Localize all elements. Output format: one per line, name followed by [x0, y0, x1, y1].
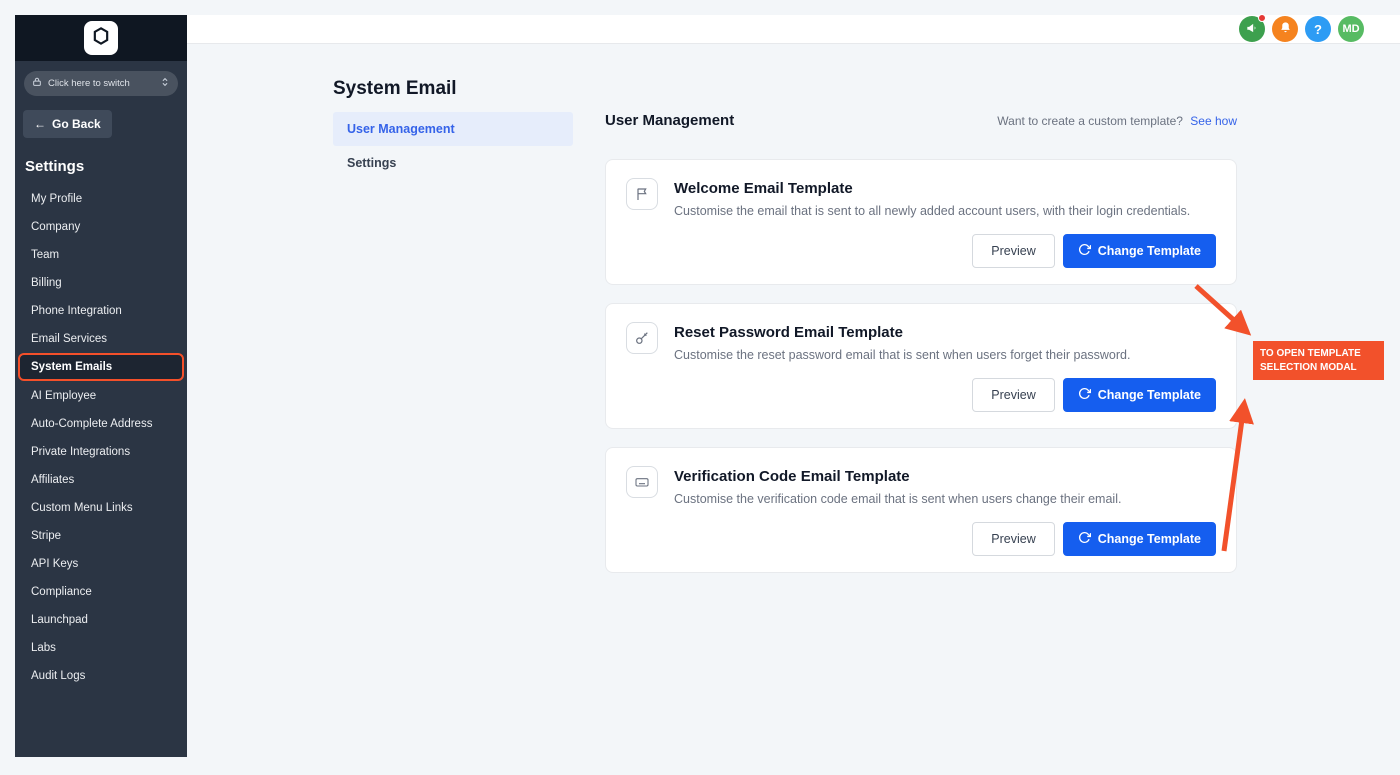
custom-template-hint: Want to create a custom template? See ho…	[997, 114, 1237, 128]
see-how-link[interactable]: See how	[1190, 114, 1237, 128]
main-area: System Email User Management Settings Us…	[187, 44, 1400, 775]
card-top: Reset Password Email Template Customise …	[626, 322, 1216, 362]
sidebar-item-audit-logs[interactable]: Audit Logs	[21, 662, 181, 689]
tab-user-management[interactable]: User Management	[333, 112, 573, 146]
change-template-label: Change Template	[1098, 388, 1201, 402]
megaphone-icon	[1245, 21, 1259, 38]
sidebar-item-private-integrations[interactable]: Private Integrations	[21, 438, 181, 465]
sidebar-item-compliance[interactable]: Compliance	[21, 578, 181, 605]
topbar: ? MD	[187, 15, 1400, 44]
preview-button[interactable]: Preview	[972, 234, 1054, 268]
card-description: Customise the verification code email th…	[674, 492, 1121, 506]
tab-settings[interactable]: Settings	[333, 146, 573, 180]
account-switcher[interactable]: Click here to switch	[24, 71, 178, 96]
sidebar-item-labs[interactable]: Labs	[21, 634, 181, 661]
card-text: Welcome Email Template Customise the ema…	[674, 178, 1190, 218]
change-template-label: Change Template	[1098, 244, 1201, 258]
sidebar-item-affiliates[interactable]: Affiliates	[21, 466, 181, 493]
welcome-email-card: Welcome Email Template Customise the ema…	[605, 159, 1237, 285]
card-actions: Preview Change Template	[626, 234, 1216, 268]
sidebar-item-my-profile[interactable]: My Profile	[21, 185, 181, 212]
annotation-callout: TO OPEN TEMPLATE SELECTION MODAL	[1253, 341, 1384, 380]
page-title: System Email	[333, 78, 457, 100]
change-template-button[interactable]: Change Template	[1063, 378, 1216, 412]
refresh-icon	[1078, 243, 1091, 259]
user-management-panel: User Management Want to create a custom …	[605, 112, 1237, 591]
preview-button[interactable]: Preview	[972, 522, 1054, 556]
system-email-tabs: User Management Settings	[333, 112, 573, 180]
template-cards: Welcome Email Template Customise the ema…	[605, 159, 1237, 573]
key-icon	[626, 322, 658, 354]
refresh-icon	[1078, 531, 1091, 547]
go-back-label: Go Back	[52, 117, 101, 131]
card-top: Welcome Email Template Customise the ema…	[626, 178, 1216, 218]
card-title: Welcome Email Template	[674, 180, 1190, 197]
back-arrow-icon: ←	[34, 117, 46, 131]
hexagon-logo-icon	[91, 26, 111, 51]
sidebar-item-stripe[interactable]: Stripe	[21, 522, 181, 549]
change-template-label: Change Template	[1098, 532, 1201, 546]
card-top: Verification Code Email Template Customi…	[626, 466, 1216, 506]
chevrons-up-down-icon	[160, 76, 170, 91]
flag-template-icon	[626, 178, 658, 210]
sidebar-item-email-services[interactable]: Email Services	[21, 325, 181, 352]
reset-password-email-card: Reset Password Email Template Customise …	[605, 303, 1237, 429]
change-template-button[interactable]: Change Template	[1063, 234, 1216, 268]
verification-code-email-card: Verification Code Email Template Customi…	[605, 447, 1237, 573]
user-avatar[interactable]: MD	[1338, 16, 1364, 42]
card-title: Reset Password Email Template	[674, 324, 1130, 341]
go-back-button[interactable]: ← Go Back	[23, 110, 112, 138]
avatar-initials: MD	[1342, 23, 1359, 35]
bell-icon	[1279, 21, 1292, 37]
brand-logo[interactable]	[84, 21, 118, 55]
card-title: Verification Code Email Template	[674, 468, 1121, 485]
logo-area	[15, 15, 187, 61]
change-template-button[interactable]: Change Template	[1063, 522, 1216, 556]
announcements-button[interactable]	[1239, 16, 1265, 42]
sidebar-item-ai-employee[interactable]: AI Employee	[21, 382, 181, 409]
switcher-lock-icon	[32, 77, 42, 90]
sidebar-item-team[interactable]: Team	[21, 241, 181, 268]
app-frame: Click here to switch ← Go Back Settings …	[0, 0, 1400, 775]
card-description: Customise the email that is sent to all …	[674, 204, 1190, 218]
sidebar-nav: My Profile Company Team Billing Phone In…	[15, 185, 187, 689]
settings-sidebar: Click here to switch ← Go Back Settings …	[15, 15, 187, 757]
sidebar-item-company[interactable]: Company	[21, 213, 181, 240]
hint-text: Want to create a custom template?	[997, 114, 1183, 128]
notifications-button[interactable]	[1272, 16, 1298, 42]
refresh-icon	[1078, 387, 1091, 403]
keyboard-icon	[626, 466, 658, 498]
sidebar-item-api-keys[interactable]: API Keys	[21, 550, 181, 577]
sidebar-item-custom-menu-links[interactable]: Custom Menu Links	[21, 494, 181, 521]
help-button[interactable]: ?	[1305, 16, 1331, 42]
sidebar-item-system-emails[interactable]: System Emails	[18, 353, 184, 381]
panel-header: User Management Want to create a custom …	[605, 112, 1237, 129]
sidebar-item-auto-complete-address[interactable]: Auto-Complete Address	[21, 410, 181, 437]
sidebar-section-title: Settings	[25, 158, 187, 175]
sidebar-item-billing[interactable]: Billing	[21, 269, 181, 296]
question-mark-icon: ?	[1314, 22, 1322, 37]
card-text: Reset Password Email Template Customise …	[674, 322, 1130, 362]
card-text: Verification Code Email Template Customi…	[674, 466, 1121, 506]
card-actions: Preview Change Template	[626, 522, 1216, 556]
switcher-label: Click here to switch	[48, 78, 154, 89]
card-description: Customise the reset password email that …	[674, 348, 1130, 362]
section-heading: User Management	[605, 112, 734, 129]
card-actions: Preview Change Template	[626, 378, 1216, 412]
notification-dot	[1258, 14, 1266, 22]
sidebar-item-phone-integration[interactable]: Phone Integration	[21, 297, 181, 324]
sidebar-item-launchpad[interactable]: Launchpad	[21, 606, 181, 633]
preview-button[interactable]: Preview	[972, 378, 1054, 412]
